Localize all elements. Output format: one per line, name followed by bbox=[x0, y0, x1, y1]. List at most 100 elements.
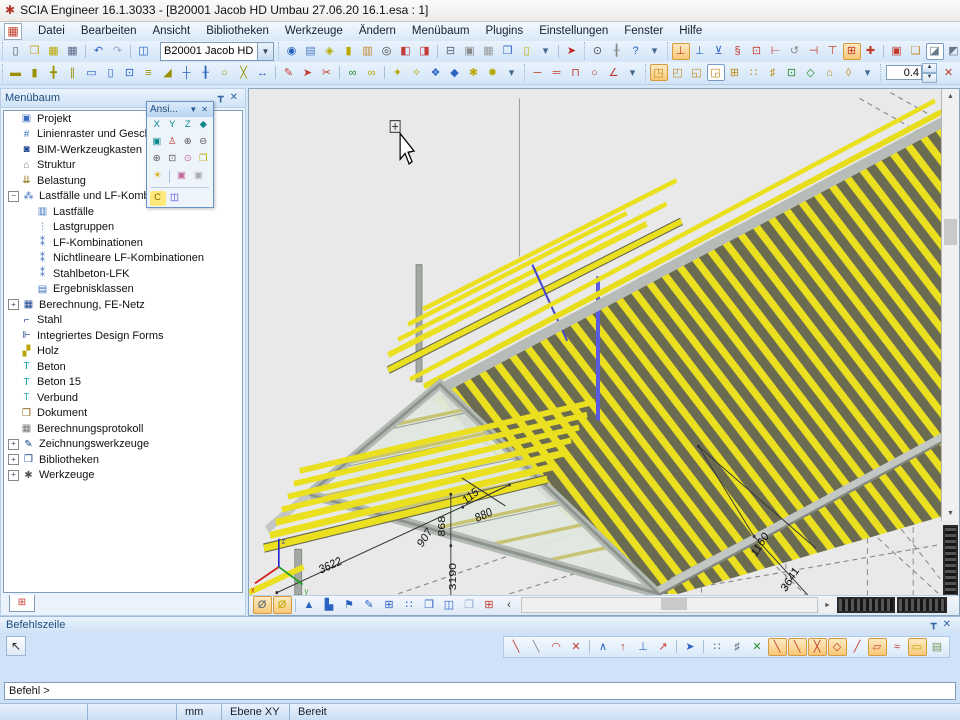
tree-item-berechnung-fe-netz[interactable]: +▦Berechnung, FE-Netz bbox=[4, 297, 242, 313]
shaded-toggle-icon[interactable]: ◩ bbox=[945, 43, 960, 60]
tree-item-lastgruppen[interactable]: ⫶Lastgruppen bbox=[4, 219, 242, 235]
fixed-support-icon[interactable]: ⊥ bbox=[691, 43, 709, 60]
menu-item-bearbeiten[interactable]: Bearbeiten bbox=[73, 23, 145, 39]
intersection-icon[interactable]: ╳ bbox=[235, 64, 253, 81]
tree-expander-icon[interactable]: − bbox=[8, 191, 19, 202]
drag-select-icon[interactable]: ➤ bbox=[299, 64, 317, 81]
rafter-icon[interactable]: ∥ bbox=[64, 64, 82, 81]
dot-grid-snap-icon[interactable]: ∷ bbox=[708, 638, 727, 656]
cursor-settings-icon[interactable]: ➤ bbox=[681, 638, 700, 656]
menu-item-men-baum[interactable]: Menübaum bbox=[404, 23, 478, 39]
open-project-icon[interactable]: ❒ bbox=[26, 43, 44, 60]
befehlszeile-close-icon[interactable]: ✕ bbox=[940, 619, 954, 630]
spring-support-icon[interactable]: § bbox=[729, 43, 747, 60]
tree-item-integriertes-design-forms[interactable]: ⊩Integriertes Design Forms bbox=[4, 328, 242, 344]
menu-item-datei[interactable]: Datei bbox=[30, 23, 73, 39]
overflow-chevron-icon[interactable]: ▾ bbox=[859, 64, 877, 81]
tree-item-holz[interactable]: ▞Holz bbox=[4, 343, 242, 359]
labels-grid-icon[interactable]: ⊞ bbox=[380, 596, 399, 614]
render-save-icon[interactable]: ▣ bbox=[888, 43, 906, 60]
load-scale-down-icon[interactable]: ▼ bbox=[922, 73, 937, 83]
raster-grid-icon[interactable]: ⊞ bbox=[726, 64, 744, 81]
perspective-view-icon[interactable]: ◫ bbox=[167, 191, 183, 206]
overflow-chevron-icon[interactable]: ▾ bbox=[624, 64, 642, 81]
walk-mode-icon[interactable]: ♙ bbox=[165, 135, 180, 150]
flag-note-icon[interactable]: ⚑ bbox=[340, 596, 359, 614]
snap-list-icon[interactable]: ▤ bbox=[928, 638, 947, 656]
clip-box-icon[interactable]: ▣ bbox=[150, 135, 165, 150]
move-node-icon[interactable]: ✚ bbox=[862, 43, 880, 60]
grid-settings-icon[interactable]: ⊡ bbox=[783, 64, 801, 81]
horizontal-scrollbar[interactable] bbox=[521, 597, 818, 613]
fe-mesh-display-icon[interactable]: ∷ bbox=[400, 596, 419, 614]
document-export-icon[interactable]: ❐ bbox=[499, 43, 517, 60]
view-x-icon[interactable]: X bbox=[150, 118, 165, 133]
minimized-toolbar-2[interactable] bbox=[897, 597, 947, 613]
calculation-report-icon[interactable]: ➤ bbox=[563, 43, 581, 60]
tree-expander-icon[interactable]: + bbox=[8, 439, 19, 450]
selection-mode-button[interactable]: ↖ bbox=[6, 636, 26, 656]
rib-icon[interactable]: ≡ bbox=[140, 64, 158, 81]
cross-sections-icon[interactable]: ▮ bbox=[340, 43, 358, 60]
tree-expander-icon[interactable]: + bbox=[8, 454, 19, 465]
scroll-right-icon[interactable]: ► bbox=[820, 598, 835, 613]
magnifier-icon[interactable]: ⊙ bbox=[589, 43, 607, 60]
tree-item-werkzeuge[interactable]: +✱Werkzeuge bbox=[4, 467, 242, 483]
palette-dropdown-icon[interactable]: ▼ bbox=[187, 105, 199, 114]
panel-close-icon[interactable]: ✕ bbox=[227, 92, 241, 103]
workplane-yz-icon[interactable]: ◱ bbox=[688, 64, 706, 81]
document-page-icon[interactable]: ▯ bbox=[518, 43, 536, 60]
zoom-out-icon[interactable]: ⊖ bbox=[196, 135, 211, 150]
pin-properties-icon[interactable]: ╂ bbox=[608, 43, 626, 60]
cross-link-icon[interactable]: ⊞ bbox=[843, 43, 861, 60]
help-pointer-icon[interactable]: ? bbox=[627, 43, 645, 60]
orthogonal-point-snap-icon[interactable]: ◇ bbox=[828, 638, 847, 656]
hinge-node-icon[interactable]: ⊤ bbox=[824, 43, 842, 60]
zoom-selection-icon[interactable]: ⊙ bbox=[181, 152, 196, 167]
clipboard-icon[interactable]: ▥ bbox=[359, 43, 377, 60]
view-parameters-icon[interactable]: ◫ bbox=[440, 596, 459, 614]
project-combo[interactable]: B20001 Jacob HD Umbau 27.06.20 16.1 ▼ bbox=[160, 42, 274, 61]
vertex-snap-icon[interactable]: ↑ bbox=[614, 638, 633, 656]
workplane-xz-icon[interactable]: ◰ bbox=[669, 64, 687, 81]
curve-snap-icon[interactable]: ≈ bbox=[888, 638, 907, 656]
workplane-custom-icon[interactable]: ◲ bbox=[707, 64, 725, 81]
new-document-icon[interactable]: ▯ bbox=[7, 43, 25, 60]
snap-plane-icon[interactable]: ◇ bbox=[802, 64, 820, 81]
coordinates-info-icon[interactable]: C bbox=[150, 191, 166, 206]
line-grid-icon[interactable]: ♯ bbox=[764, 64, 782, 81]
axes-display-icon[interactable]: ▲ bbox=[300, 596, 319, 614]
load-scale-up-icon[interactable]: ▲ bbox=[922, 63, 937, 73]
palette-close-icon[interactable]: ✕ bbox=[199, 105, 210, 114]
line-grid-snap-icon[interactable]: ♯ bbox=[728, 638, 747, 656]
load-group-icon[interactable]: ✧ bbox=[408, 64, 426, 81]
picture-gallery-icon[interactable]: ▦ bbox=[480, 43, 498, 60]
merge-window-icon[interactable]: ◨ bbox=[416, 43, 434, 60]
point-support-icon[interactable]: ⊡ bbox=[748, 43, 766, 60]
draw-line-icon[interactable]: ─ bbox=[529, 64, 547, 81]
print-preview-icon[interactable]: ▣ bbox=[461, 43, 479, 60]
minimized-toolbar-1[interactable] bbox=[837, 597, 895, 613]
perpendicular-snap-icon[interactable]: ⊥ bbox=[634, 638, 653, 656]
printer-icon[interactable]: ⊟ bbox=[442, 43, 460, 60]
ansicht-palette-header[interactable]: Ansi... ▼ ✕ bbox=[147, 102, 213, 117]
view-axonometric-icon[interactable]: ◆ bbox=[196, 118, 211, 133]
tree-item-zeichnungswerkzeuge[interactable]: +✎Zeichnungswerkzeuge bbox=[4, 436, 242, 452]
scroll-down-icon[interactable]: ▼ bbox=[943, 506, 958, 521]
camera-locked-icon[interactable]: ▣ bbox=[191, 169, 207, 184]
combination-icon[interactable]: ❖ bbox=[427, 64, 445, 81]
view-z-icon[interactable]: Z bbox=[181, 118, 196, 133]
menu-item-hilfe[interactable]: Hilfe bbox=[671, 23, 710, 39]
light-bulb-icon[interactable]: ☀ bbox=[150, 169, 166, 184]
save-project-icon[interactable]: ▦ bbox=[45, 43, 63, 60]
materials-icon[interactable]: ◈ bbox=[321, 43, 339, 60]
midpoint-snap-icon[interactable]: ╲ bbox=[788, 638, 807, 656]
tree-item-dokument[interactable]: ❒Dokument bbox=[4, 405, 242, 421]
seismic-load-icon[interactable]: ✹ bbox=[484, 64, 502, 81]
extension-snap-icon[interactable]: ↗ bbox=[654, 638, 673, 656]
wall-icon[interactable]: ▯ bbox=[102, 64, 120, 81]
zoom-in-icon[interactable]: ⊕ bbox=[181, 135, 196, 150]
tree-expander-icon[interactable]: + bbox=[8, 299, 19, 310]
tree-item-bibliotheken[interactable]: +❒Bibliotheken bbox=[4, 452, 242, 468]
hinged-support-icon[interactable]: ⊥ bbox=[672, 43, 690, 60]
